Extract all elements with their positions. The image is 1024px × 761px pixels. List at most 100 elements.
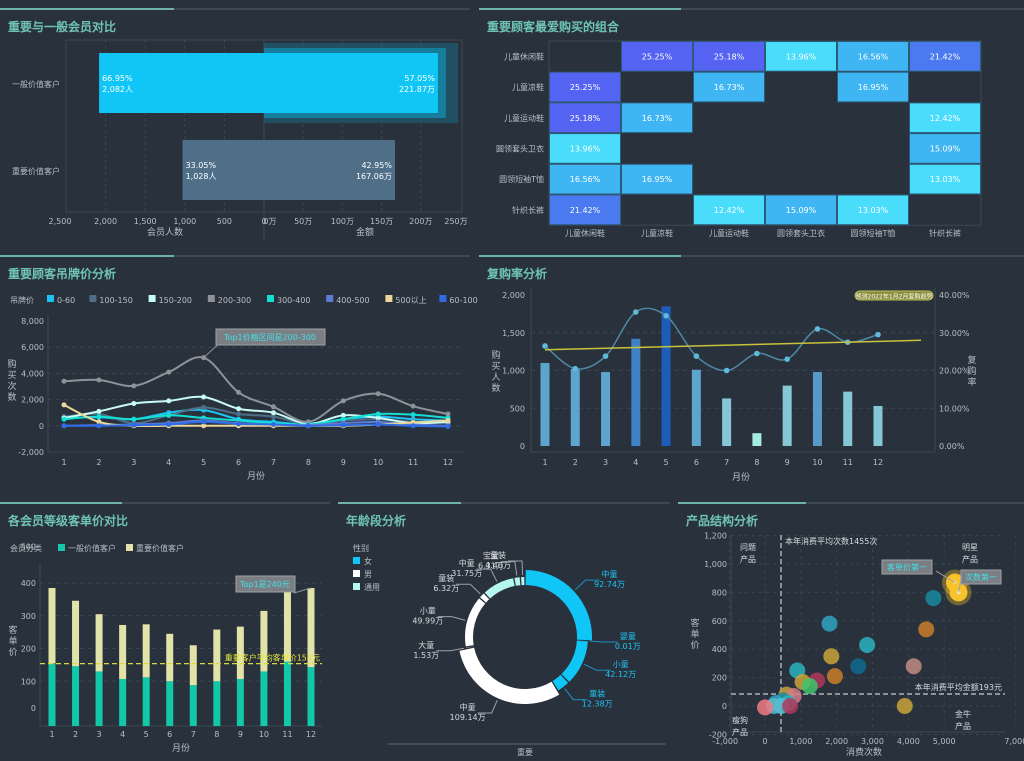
slice-value: 92.74万 xyxy=(594,580,625,589)
cell-label: 16.56% xyxy=(570,175,601,184)
age-donut-chart: 性别女男通用中童92.74万婴童0.01万小童42.12万童装12.38万中童1… xyxy=(353,543,666,757)
donut-slice xyxy=(484,578,515,599)
tick-label: 5 xyxy=(144,730,149,739)
tick-label: 2 xyxy=(96,458,101,467)
repurchase-chart: 2,000 40.00%1,500 30.00%1,000 20.00%500 10.0… xyxy=(491,287,977,483)
cell-label: 25.25% xyxy=(570,83,601,92)
legend-title: 吊牌价 xyxy=(10,295,34,305)
tick-label: 250万 xyxy=(444,217,467,226)
legend-label: 100-150 xyxy=(99,296,132,305)
slice-label: 中童 xyxy=(460,702,476,712)
avg-line-label: 重要客户平均客单价154元 xyxy=(225,653,320,663)
scatter-point xyxy=(801,678,818,695)
tick-label: 100 xyxy=(21,677,36,686)
bar xyxy=(782,385,792,446)
cell-label: 13.96% xyxy=(570,144,601,153)
tick-label: 9 xyxy=(785,458,790,467)
slice-value: 4.40万 xyxy=(485,561,511,570)
bar-segment xyxy=(189,685,197,726)
series-point xyxy=(61,402,67,408)
series-point xyxy=(236,389,242,395)
rate-point xyxy=(754,350,760,357)
slice-label: 童装 xyxy=(490,550,506,560)
series-point xyxy=(131,383,137,389)
tick-label: 1,000 xyxy=(502,367,525,376)
axis-title: 购买人数 xyxy=(491,349,500,394)
panel-age-donut: 年龄段分析 性别女男通用 中童 92.74万 婴童 0.01万 小童 42.12万 童装 12.… xyxy=(338,502,670,761)
annotation-text: Top1是240元 xyxy=(239,580,290,589)
tick-label: 12 xyxy=(443,458,453,467)
series-point xyxy=(96,414,102,420)
tick-label: 10 xyxy=(259,730,269,739)
rate-point xyxy=(875,331,881,338)
bar xyxy=(601,372,611,446)
series-point xyxy=(375,411,381,417)
row-label: 儿童凉鞋 xyxy=(512,82,544,92)
svg-text:单: 单 xyxy=(8,635,17,647)
bar-segment xyxy=(307,667,315,726)
category-label: 一般价值客户 xyxy=(12,79,60,89)
forecast-badge-text: 预测2022年1月2月复购趋势 xyxy=(856,293,933,301)
tick-label: 10.00% xyxy=(939,404,970,413)
series-point xyxy=(445,418,451,424)
donut-slice xyxy=(514,577,521,586)
tick-label: 600 xyxy=(712,617,727,626)
tick-label: 1,000 xyxy=(173,217,196,226)
series-point xyxy=(340,422,346,428)
legend-label: 一般价值客户 xyxy=(68,543,116,553)
panel-product-structure: 产品结构分析 1,200 1,000 800 600 400 200 0 -200 -1,000… xyxy=(678,502,1024,761)
slice-value: 49.99万 xyxy=(412,617,443,626)
bar-right xyxy=(264,140,395,200)
cell-label: 13.03% xyxy=(858,206,889,215)
callout-text: 次数第一 xyxy=(965,572,997,582)
donut-slice xyxy=(525,570,592,641)
scatter-point xyxy=(757,699,773,716)
tick-label: 4,000 xyxy=(21,369,44,378)
tick-label: -2,000 xyxy=(18,448,44,457)
scatter-point xyxy=(782,698,799,714)
label-leader xyxy=(477,699,498,714)
tick-label: -1,000 xyxy=(712,737,738,746)
rate-point xyxy=(663,312,669,319)
series-point xyxy=(410,403,416,409)
axis-title: 月份 xyxy=(247,470,265,482)
rate-point xyxy=(723,367,730,374)
col-label: 圆领短袖T恤 xyxy=(851,228,896,238)
series-point xyxy=(201,404,207,410)
tick-label: 7 xyxy=(271,458,276,467)
series-point xyxy=(410,423,416,429)
data-label: 33.05% xyxy=(186,161,217,170)
tick-label: 200 xyxy=(21,645,36,654)
bar xyxy=(661,306,671,446)
tick-label: 4 xyxy=(633,458,638,467)
legend-label: 200-300 xyxy=(218,296,251,305)
row-label: 儿童休闲鞋 xyxy=(504,51,544,61)
cell-label: 15.09% xyxy=(786,206,817,215)
cell-label: 16.95% xyxy=(642,175,673,184)
tick-label: 1,000 xyxy=(704,560,727,569)
tick-label: 200 xyxy=(712,674,727,683)
legend-swatch xyxy=(58,544,65,551)
tick-label: 11 xyxy=(408,458,418,467)
bar-segment xyxy=(95,671,103,726)
slice-value: 6.32万 xyxy=(433,584,459,593)
axis-title: 月份 xyxy=(172,742,190,754)
bar-left xyxy=(99,53,265,113)
panel-member-compare: 重要与一般会员对比 一般价值客户 66.95% 2,082人 57.05% 221.87… xyxy=(0,8,470,248)
bar-segment xyxy=(95,614,103,672)
tick-label: 400 xyxy=(21,579,36,588)
donut-slice xyxy=(465,646,474,648)
cell-label: 12.42% xyxy=(930,114,961,123)
legend-swatch xyxy=(89,295,97,302)
svg-text:单: 单 xyxy=(690,628,699,640)
axis-title: 金额 xyxy=(356,226,374,238)
tick-label: 1 xyxy=(61,458,66,467)
bar-segment xyxy=(142,677,150,726)
series-point xyxy=(270,421,276,427)
tick-label: 2 xyxy=(573,458,578,467)
row-label: 儿童运动鞋 xyxy=(504,113,544,123)
trend-line xyxy=(544,339,922,351)
legend-label: 男 xyxy=(364,570,372,579)
series-point xyxy=(96,408,102,414)
tick-label: 0万 xyxy=(263,217,276,226)
